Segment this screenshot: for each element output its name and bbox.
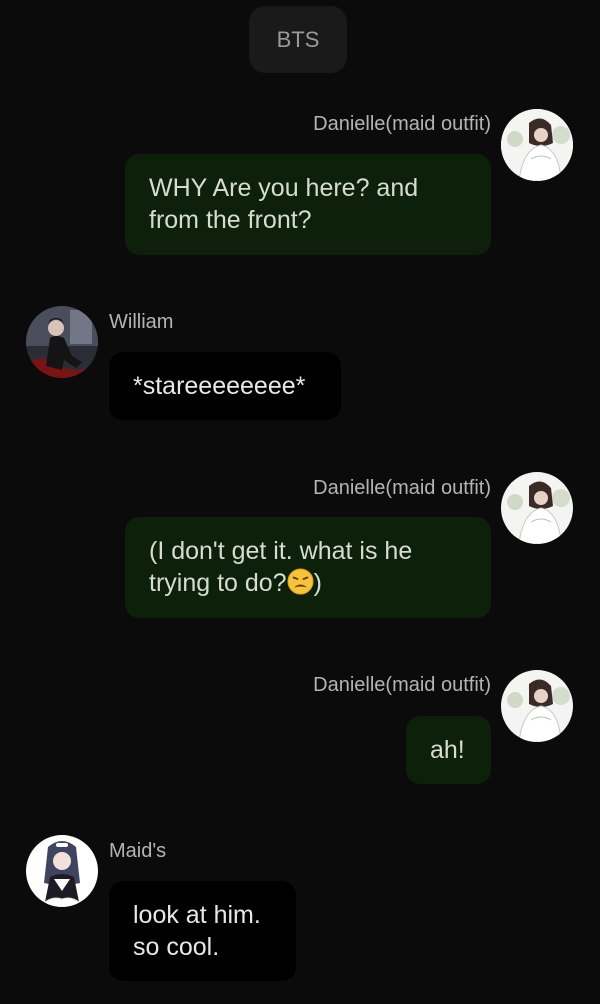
sender-name: Maid's bbox=[109, 840, 167, 862]
message-text: look at him. so cool. bbox=[133, 901, 261, 961]
chat-screen: BTS Danielle(maid outfit) WHY Are you he… bbox=[0, 0, 600, 1004]
danielle-avatar-image bbox=[501, 670, 573, 742]
danielle-avatar[interactable] bbox=[501, 472, 573, 544]
danielle-avatar[interactable] bbox=[501, 670, 573, 742]
message-bubble[interactable]: *stareeeeeeee* bbox=[109, 352, 341, 420]
message-bubble[interactable]: ah! bbox=[406, 716, 491, 784]
danielle-avatar-image bbox=[501, 109, 573, 181]
william-avatar[interactable] bbox=[26, 306, 98, 378]
sender-name: Danielle(maid outfit) bbox=[313, 477, 491, 499]
message-bubble[interactable]: WHY Are you here? and from the front? bbox=[125, 154, 491, 255]
maid-avatar-image bbox=[26, 835, 98, 907]
chat-title: BTS bbox=[276, 26, 320, 52]
danielle-avatar-image bbox=[501, 472, 573, 544]
maid-avatar[interactable] bbox=[26, 835, 98, 907]
message-text: *stareeeeeeee* bbox=[133, 372, 306, 400]
chat-title-chip[interactable]: BTS bbox=[249, 6, 347, 73]
message-bubble[interactable]: look at him. so cool. bbox=[109, 881, 296, 981]
message-text: ah! bbox=[430, 736, 465, 764]
william-avatar-image bbox=[26, 306, 98, 378]
danielle-avatar[interactable] bbox=[501, 109, 573, 181]
message-text-part: (I don't get it. what is he trying to do… bbox=[149, 537, 413, 597]
message-text: WHY Are you here? and from the front? bbox=[149, 174, 419, 234]
sender-name: William bbox=[109, 311, 174, 333]
sender-name: Danielle(maid outfit) bbox=[313, 113, 491, 135]
message-bubble[interactable]: (I don't get it. what is he trying to do… bbox=[125, 517, 491, 618]
message-text-part: ) bbox=[313, 569, 322, 597]
weary-face-emoji-icon bbox=[287, 568, 314, 595]
sender-name: Danielle(maid outfit) bbox=[313, 674, 491, 696]
